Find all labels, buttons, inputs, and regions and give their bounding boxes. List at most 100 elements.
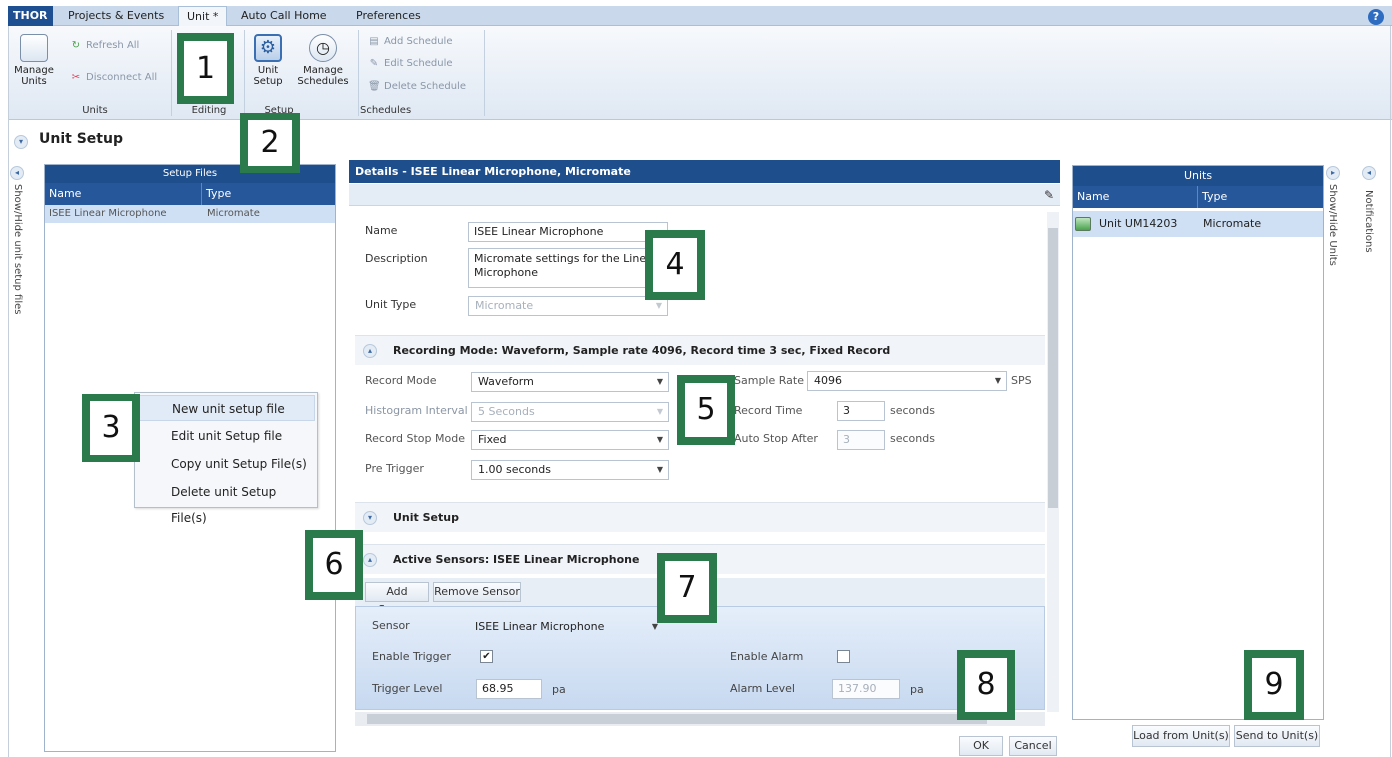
callout-number: 3 <box>89 401 133 455</box>
enable-alarm-label: Enable Alarm <box>730 650 804 663</box>
window-border <box>1390 26 1391 757</box>
cell-type: Micromate <box>207 208 260 219</box>
alarm-level-field[interactable]: 137.90 <box>832 679 900 699</box>
record-time-field[interactable]: 3 <box>837 401 885 421</box>
record-stop-mode-select[interactable]: Fixed ▼ <box>471 430 669 450</box>
column-header-name[interactable]: Name <box>1073 186 1109 208</box>
menu-item-copy-setup-file[interactable]: Copy unit Setup File(s) <box>139 451 315 477</box>
record-mode-value: Waveform <box>478 375 534 388</box>
menu-item-new-setup-file[interactable]: New unit setup file <box>139 395 315 421</box>
callout-number: 1 <box>184 40 227 97</box>
scrollbar-thumb[interactable] <box>367 714 987 724</box>
histogram-interval-value: 5 Seconds <box>478 405 535 418</box>
add-schedule-label: Add Schedule <box>384 36 453 47</box>
horizontal-scrollbar[interactable] <box>355 712 1045 726</box>
expand-chevron-icon[interactable]: ▾ <box>363 511 377 525</box>
pre-trigger-select[interactable]: 1.00 seconds ▼ <box>471 460 669 480</box>
recording-mode-title: Recording Mode: Waveform, Sample rate 40… <box>393 344 891 357</box>
tab-preferences[interactable]: Preferences <box>348 6 429 26</box>
auto-stop-label: Auto Stop After <box>734 432 818 445</box>
add-sensor-button[interactable]: Add Sensor <box>365 582 429 616</box>
sample-rate-unit: SPS <box>1011 374 1032 387</box>
histogram-interval-select[interactable]: 5 Seconds ▼ <box>471 402 669 422</box>
scrollbar-thumb[interactable] <box>1048 228 1058 508</box>
editing-group-label: Editing <box>191 105 227 116</box>
ok-button[interactable]: OK <box>959 736 1003 756</box>
chevron-down-icon: ▼ <box>656 435 663 444</box>
manage-schedules-button[interactable]: ◷ Manage Schedules <box>296 34 350 87</box>
help-icon[interactable]: ? <box>1368 9 1384 25</box>
sample-rate-select[interactable]: 4096 ▼ <box>807 371 1007 391</box>
description-field[interactable]: Micromate settings for the Linear Microp… <box>468 248 668 288</box>
record-stop-mode-label: Record Stop Mode <box>365 432 465 445</box>
gear-icon: ⚙ <box>254 34 282 62</box>
callout-marker-2: 2 <box>240 113 300 173</box>
enable-trigger-checkbox[interactable]: ✔ <box>480 650 493 663</box>
disconnect-all-button[interactable]: ✂ Disconnect All <box>70 72 157 83</box>
record-stop-mode-value: Fixed <box>478 433 507 446</box>
delete-schedule-label: Delete Schedule <box>384 81 466 92</box>
tab-projects-events[interactable]: Projects & Events <box>60 6 172 26</box>
chevron-left-icon[interactable]: ◂ <box>10 166 24 180</box>
chevron-left-icon[interactable]: ◂ <box>1362 166 1376 180</box>
remove-sensor-button[interactable]: Remove Sensor <box>433 582 521 602</box>
callout-number: 8 <box>964 657 1008 713</box>
notifications-toggle[interactable]: Notifications <box>1363 190 1374 253</box>
collapse-chevron-icon[interactable]: ▴ <box>363 553 377 567</box>
delete-schedule-button[interactable]: 🗑 Delete Schedule <box>368 81 466 92</box>
disconnect-icon: ✂ <box>71 72 81 83</box>
refresh-all-button[interactable]: ↻ Refresh All <box>70 40 140 51</box>
show-hide-units-toggle[interactable]: Show/Hide Units <box>1327 184 1338 266</box>
refresh-all-label: Refresh All <box>86 40 140 51</box>
cell-type: Micromate <box>1203 217 1262 230</box>
collapse-chevron-icon[interactable]: ▴ <box>363 344 377 358</box>
ribbon-separator <box>358 30 359 116</box>
load-from-units-button[interactable]: Load from Unit(s) <box>1132 725 1230 747</box>
record-mode-select[interactable]: Waveform ▼ <box>471 372 669 392</box>
column-header-type[interactable]: Type <box>201 183 231 205</box>
table-row[interactable]: ISEE Linear Microphone Micromate <box>45 205 335 223</box>
auto-stop-field[interactable]: 3 <box>837 430 885 450</box>
unit-setup-button[interactable]: ⚙ Unit Setup <box>248 34 288 87</box>
trash-icon: 🗑 <box>368 81 381 92</box>
record-time-label: Record Time <box>734 404 803 417</box>
callout-marker-5: 5 <box>677 375 735 445</box>
edit-schedule-button[interactable]: ✎ Edit Schedule <box>368 58 453 69</box>
name-field[interactable]: ISEE Linear Microphone <box>468 222 668 242</box>
trigger-level-field[interactable]: 68.95 <box>476 679 542 699</box>
unit-type-select[interactable]: Micromate ▼ <box>468 296 668 316</box>
unit-setup-section[interactable]: ▾ Unit Setup <box>355 502 1045 532</box>
tab-auto-call-home[interactable]: Auto Call Home <box>233 6 335 26</box>
chevron-down-icon: ▼ <box>994 376 1001 385</box>
menu-item-delete-setup-file[interactable]: Delete unit Setup File(s) <box>139 479 315 525</box>
manage-units-button[interactable]: Manage Units <box>12 34 56 87</box>
recording-mode-section[interactable]: ▴ Recording Mode: Waveform, Sample rate … <box>355 335 1045 365</box>
pre-trigger-label: Pre Trigger <box>365 462 424 475</box>
pencil-icon[interactable]: ✎ <box>1044 188 1054 202</box>
menu-item-edit-setup-file[interactable]: Edit unit Setup file <box>139 423 315 449</box>
alarm-level-unit: pa <box>910 683 924 696</box>
trigger-level-unit: pa <box>552 683 566 696</box>
show-hide-setup-files-toggle[interactable]: Show/Hide unit setup files <box>12 184 23 314</box>
table-row[interactable]: Unit UM14203 Micromate <box>1073 211 1323 237</box>
add-schedule-button[interactable]: ▤ Add Schedule <box>368 36 453 47</box>
cell-name: Unit UM14203 <box>1099 217 1178 230</box>
unit-type-label: Unit Type <box>365 298 417 311</box>
collapse-chevron-icon[interactable]: ▾ <box>14 135 28 149</box>
column-header-type[interactable]: Type <box>1197 186 1227 208</box>
send-to-units-button[interactable]: Send to Unit(s) <box>1234 725 1320 747</box>
units-grid-header: Name Type <box>1073 186 1323 208</box>
tab-unit[interactable]: Unit * <box>178 6 228 27</box>
enable-alarm-checkbox[interactable] <box>837 650 850 663</box>
alarm-level-label: Alarm Level <box>730 682 795 695</box>
description-label: Description <box>365 252 428 265</box>
vertical-scrollbar[interactable] <box>1047 212 1059 712</box>
active-sensors-title: Active Sensors: ISEE Linear Microphone <box>393 553 640 566</box>
cancel-button[interactable]: Cancel <box>1009 736 1057 756</box>
clock-icon: ◷ <box>309 34 337 62</box>
chevron-right-icon[interactable]: ▸ <box>1326 166 1340 180</box>
callout-number: 6 <box>312 537 356 593</box>
column-header-name[interactable]: Name <box>45 183 81 205</box>
histogram-interval-label: Histogram Interval <box>365 404 468 417</box>
sensor-select[interactable]: ISEE Linear Microphone ▼ <box>468 617 664 637</box>
